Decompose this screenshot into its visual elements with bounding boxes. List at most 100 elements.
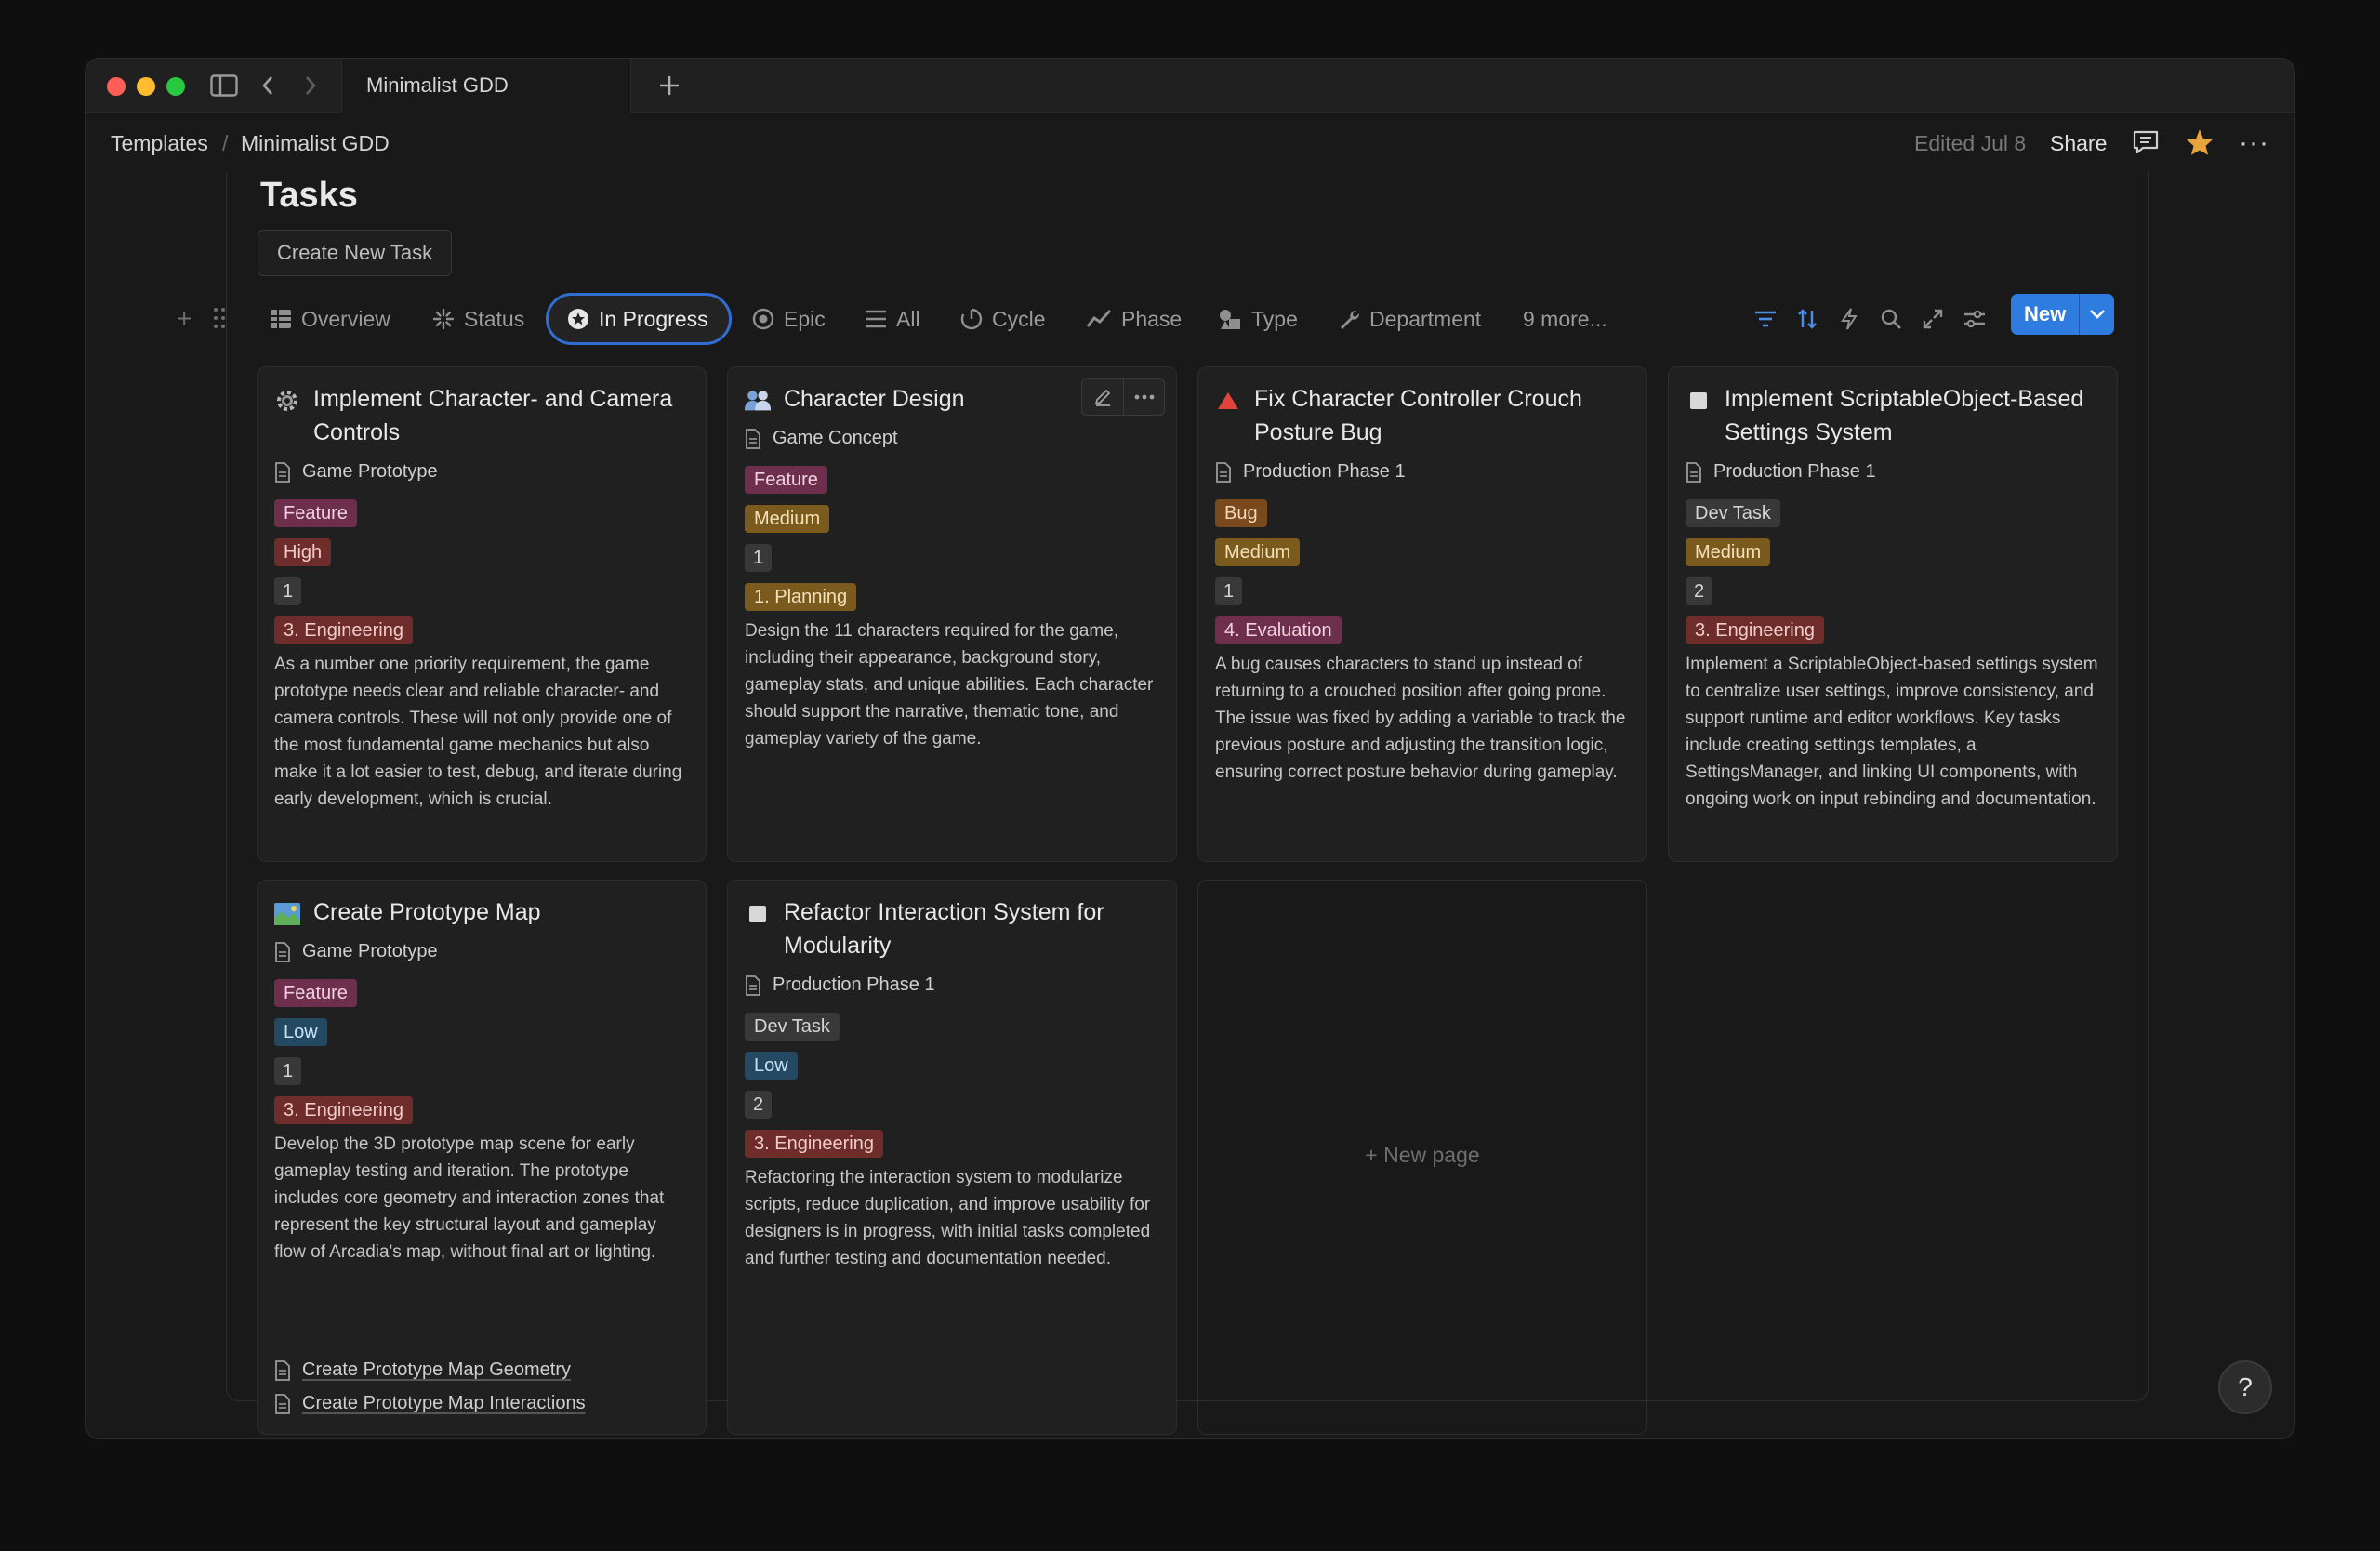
comments-icon[interactable] xyxy=(2132,129,2160,161)
view-tabs: + Overview Status In Progress Epic All C… xyxy=(86,293,2294,345)
tab-in-progress[interactable]: In Progress xyxy=(546,293,732,345)
more-options-icon[interactable] xyxy=(1123,379,1164,415)
phase-tag: 3. Engineering xyxy=(1686,616,1824,644)
breadcrumb-separator: / xyxy=(222,131,229,155)
tab-department[interactable]: Department xyxy=(1338,293,1481,345)
settings-sliders-icon[interactable] xyxy=(1962,306,1988,332)
document-icon xyxy=(746,974,760,996)
card-parent[interactable]: Game Prototype xyxy=(274,461,438,483)
maximize-window-button[interactable] xyxy=(166,77,185,96)
more-options-icon[interactable]: ··· xyxy=(2239,127,2269,159)
priority-tag: Medium xyxy=(1215,538,1301,566)
sub-item-link[interactable]: Create Prototype Map Geometry xyxy=(274,1359,571,1381)
type-tag: Feature xyxy=(274,979,357,1007)
search-icon[interactable] xyxy=(1878,306,1904,332)
card-title[interactable]: Character Design xyxy=(784,382,1064,416)
tab-epic[interactable]: Epic xyxy=(752,293,826,345)
share-button[interactable]: Share xyxy=(2050,131,2107,156)
table-icon xyxy=(271,310,291,328)
document-icon xyxy=(275,1359,290,1381)
card-title[interactable]: Fix Character Controller Crouch Posture … xyxy=(1254,382,1628,449)
card-parent[interactable]: Game Concept xyxy=(745,428,898,449)
parent-label: Production Phase 1 xyxy=(1243,461,1406,482)
card-description: Implement a ScriptableObject-based setti… xyxy=(1686,655,2098,809)
type-tag: Dev Task xyxy=(745,1013,840,1041)
points-tag: 1 xyxy=(1215,577,1243,605)
card-title[interactable]: Create Prototype Map xyxy=(313,895,687,929)
add-block-plus-icon[interactable]: + xyxy=(177,304,192,334)
filter-icon[interactable] xyxy=(1752,306,1778,332)
new-page-card[interactable]: + New page xyxy=(1197,880,1647,1435)
tab-label: Phase xyxy=(1121,306,1183,331)
task-card[interactable]: Fix Character Controller Crouch Posture … xyxy=(1197,366,1647,862)
tab-label: Type xyxy=(1251,306,1298,331)
tab-label: In Progress xyxy=(599,306,708,331)
tab-status[interactable]: Status xyxy=(432,293,524,345)
card-description: A bug causes characters to stand up inst… xyxy=(1215,655,1626,782)
tab-overview[interactable]: Overview xyxy=(270,293,390,345)
edited-timestamp: Edited Jul 8 xyxy=(1914,131,2027,155)
type-tag: Feature xyxy=(274,499,357,527)
close-window-button[interactable] xyxy=(107,77,126,96)
square-icon xyxy=(744,900,772,928)
square-icon xyxy=(1685,387,1712,415)
task-card[interactable]: Create Prototype Map Game Prototype Feat… xyxy=(257,880,707,1435)
phase-tag: 3. Engineering xyxy=(274,1096,413,1124)
points-tag: 1 xyxy=(274,577,302,605)
map-icon xyxy=(273,900,301,928)
tab-more[interactable]: 9 more... xyxy=(1523,293,1607,345)
task-card[interactable]: Character Design Game Concept Feature Me… xyxy=(727,366,1177,862)
tab-phase[interactable]: Phase xyxy=(1086,293,1182,345)
card-parent[interactable]: Production Phase 1 xyxy=(1686,461,1876,483)
sub-item-label: Create Prototype Map Interactions xyxy=(302,1393,586,1413)
task-card[interactable]: Implement Character- and Camera Controls… xyxy=(257,366,707,862)
tab-label: Status xyxy=(464,306,525,331)
type-tag: Feature xyxy=(745,466,827,494)
card-parent[interactable]: Production Phase 1 xyxy=(1215,461,1406,483)
card-parent[interactable]: Game Prototype xyxy=(274,941,438,962)
task-card[interactable]: Refactor Interaction System for Modulari… xyxy=(727,880,1177,1435)
parent-label: Game Prototype xyxy=(302,941,438,961)
sparkle-icon xyxy=(432,308,455,330)
card-parent[interactable]: Production Phase 1 xyxy=(745,974,935,996)
drag-handle-icon[interactable] xyxy=(212,306,227,337)
gear-icon xyxy=(273,387,301,415)
edit-pencil-icon[interactable] xyxy=(1082,379,1123,415)
expand-icon[interactable] xyxy=(1920,306,1946,332)
page-title: Tasks xyxy=(260,176,358,215)
phase-tag: 3. Engineering xyxy=(274,616,413,644)
shapes-icon xyxy=(1220,310,1240,329)
card-title[interactable]: Implement ScriptableObject-Based Setting… xyxy=(1725,382,2098,449)
card-description: Develop the 3D prototype map scene for e… xyxy=(274,1134,665,1262)
sub-item-link[interactable]: Create Prototype Map Interactions xyxy=(274,1393,586,1414)
forward-arrow-icon[interactable] xyxy=(299,68,322,103)
priority-tag: Low xyxy=(274,1018,327,1046)
card-description: Refactoring the interaction system to mo… xyxy=(745,1168,1151,1268)
sort-icon[interactable] xyxy=(1794,306,1820,332)
automation-lightning-icon[interactable] xyxy=(1836,306,1862,332)
star-circle-icon xyxy=(568,309,588,329)
breadcrumb-minimalist-gdd[interactable]: Minimalist GDD xyxy=(241,131,390,156)
sidebar-toggle-icon[interactable] xyxy=(206,68,242,103)
card-title[interactable]: Implement Character- and Camera Controls xyxy=(313,382,687,449)
minimize-window-button[interactable] xyxy=(137,77,155,96)
browser-tab[interactable]: Minimalist GDD xyxy=(341,59,631,113)
help-button[interactable]: ? xyxy=(2218,1360,2272,1414)
task-card[interactable]: Implement ScriptableObject-Based Setting… xyxy=(1668,366,2118,862)
cycle-icon xyxy=(960,308,983,330)
back-arrow-icon[interactable] xyxy=(257,68,279,103)
wrench-icon xyxy=(1341,310,1360,329)
new-tab-plus-icon[interactable] xyxy=(655,68,683,103)
card-title[interactable]: Refactor Interaction System for Modulari… xyxy=(784,895,1157,962)
people-icon xyxy=(744,387,772,415)
create-new-task-button[interactable]: Create New Task xyxy=(258,230,453,276)
tab-all[interactable]: All xyxy=(865,293,920,345)
chevron-down-icon[interactable] xyxy=(2079,294,2115,335)
tab-type[interactable]: Type xyxy=(1218,293,1298,345)
tab-label: Department xyxy=(1369,306,1482,331)
breadcrumb-templates[interactable]: Templates xyxy=(111,131,208,156)
favorite-star-icon[interactable] xyxy=(2185,128,2215,162)
tab-cycle[interactable]: Cycle xyxy=(960,293,1046,345)
new-button[interactable]: New xyxy=(2011,294,2080,335)
target-icon xyxy=(752,308,774,330)
